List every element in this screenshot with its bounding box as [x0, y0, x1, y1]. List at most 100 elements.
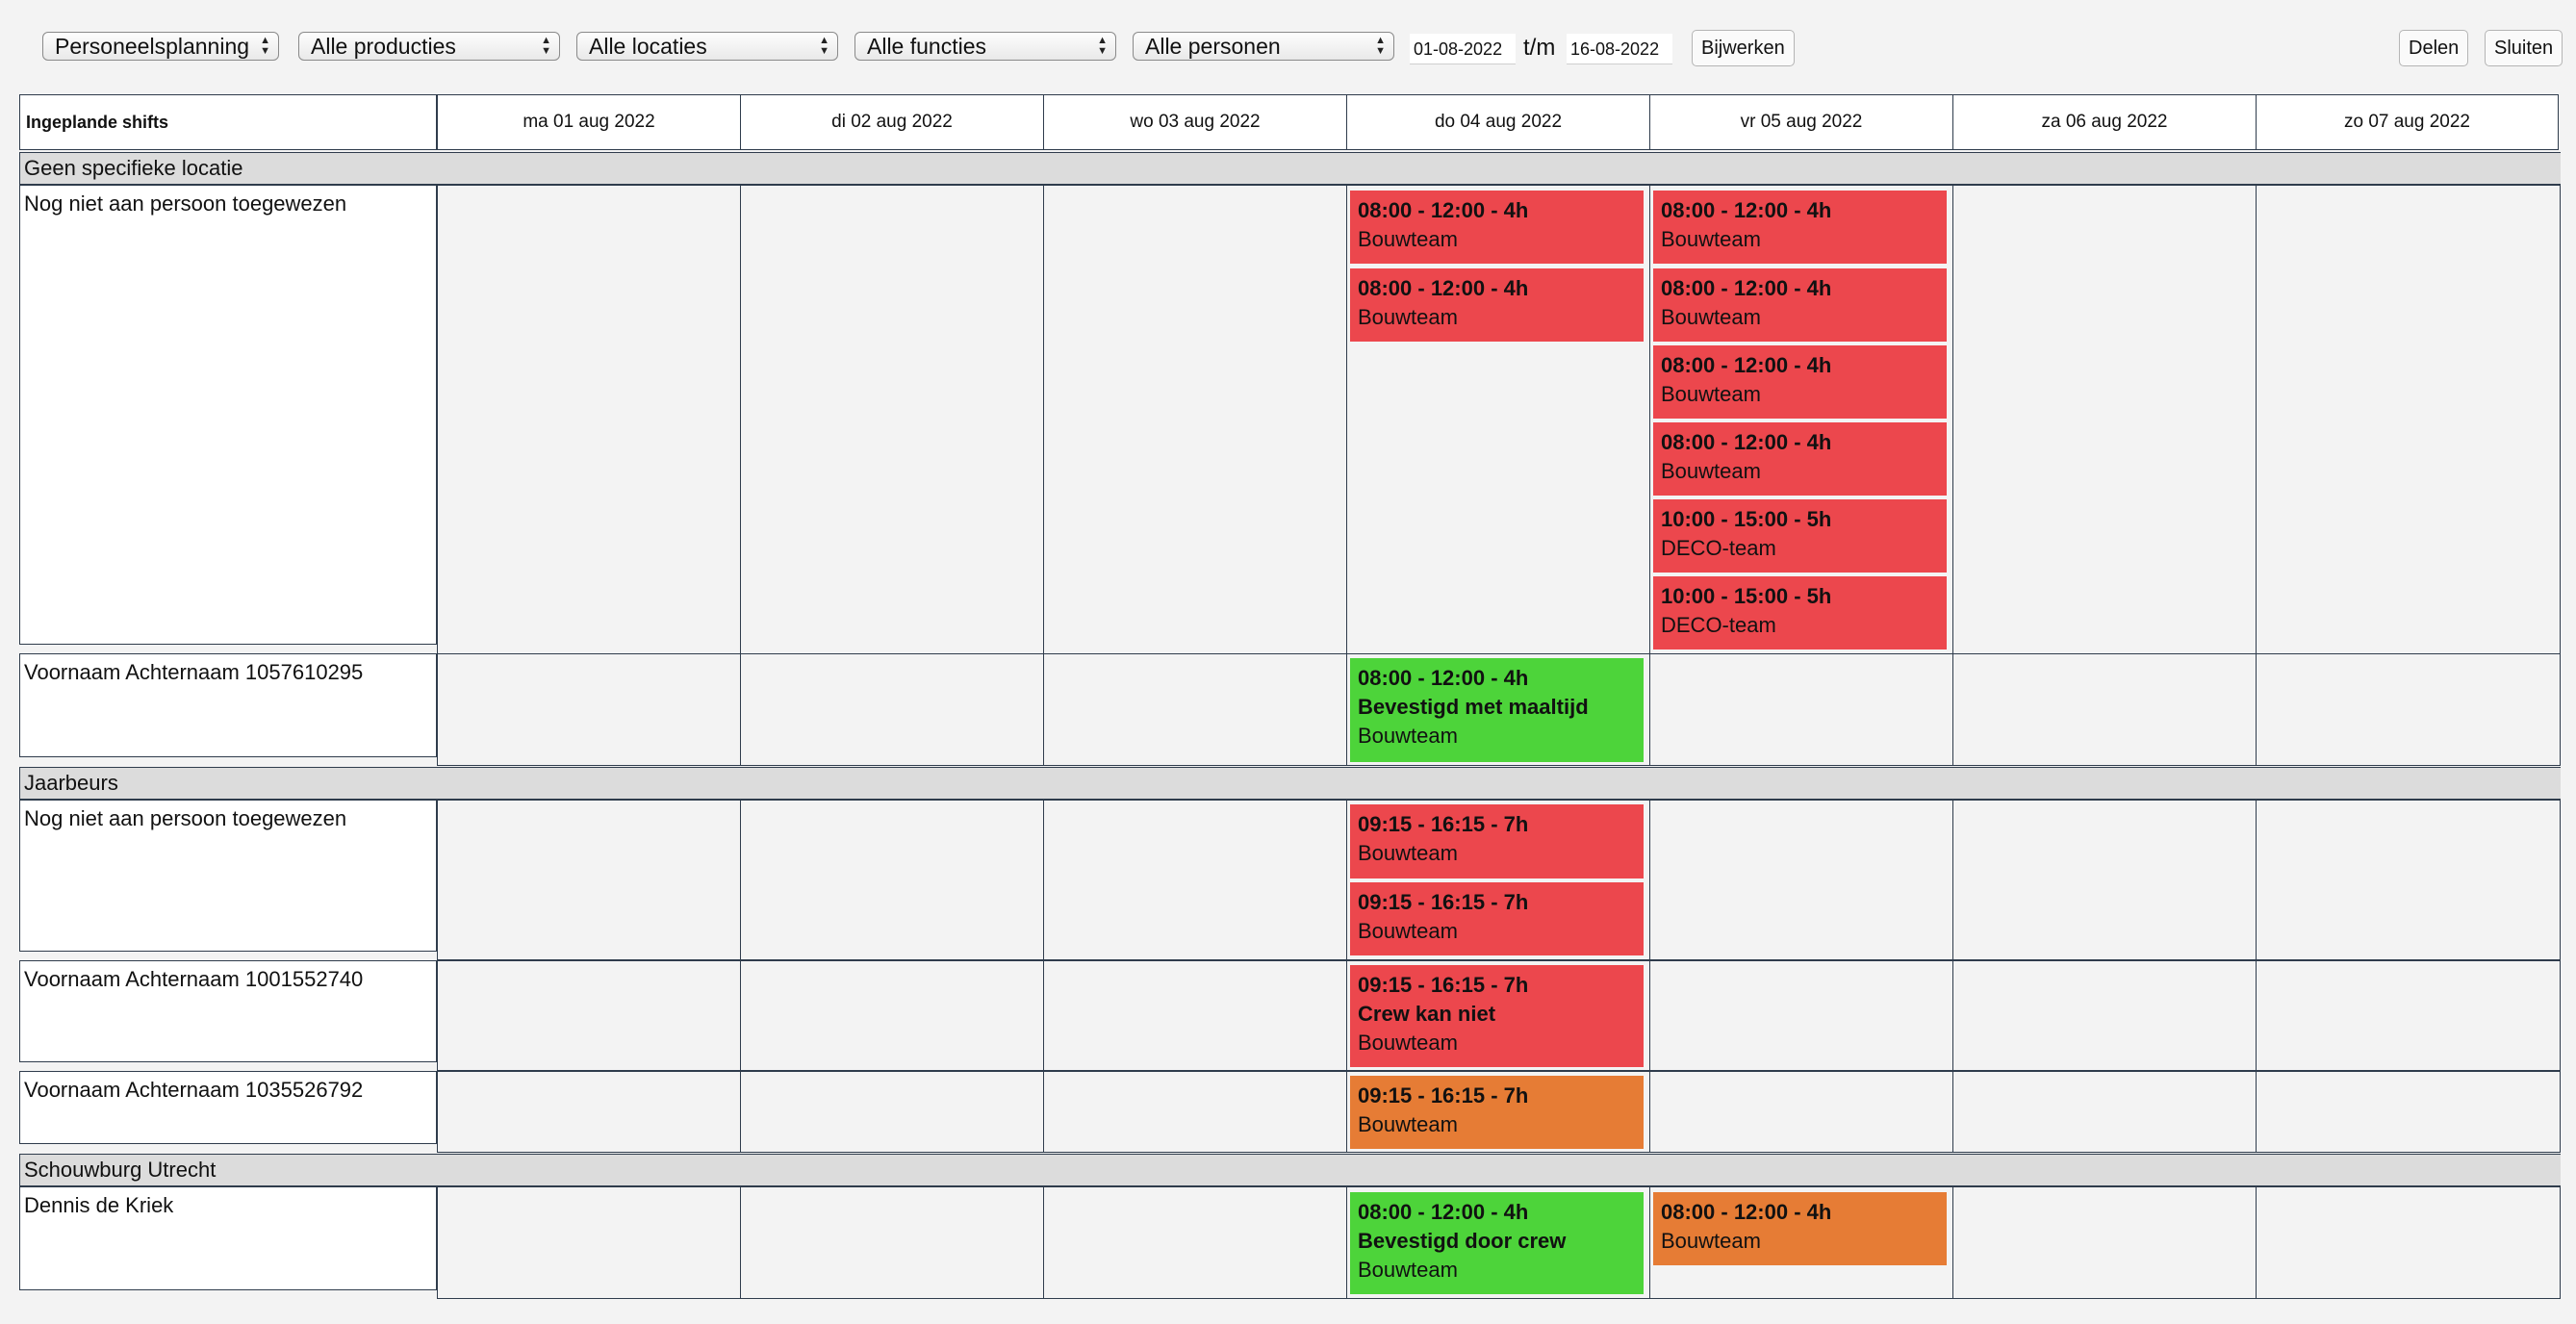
persons-select[interactable]: Alle personen ▲ ▼	[1133, 32, 1394, 61]
day-cell[interactable]	[437, 801, 740, 959]
day-header: wo 03 aug 2022	[1043, 94, 1346, 150]
functions-select[interactable]: Alle functies ▲ ▼	[854, 32, 1116, 61]
productions-select-value: Alle producties	[311, 34, 456, 59]
shift-group: Bouwteam	[1358, 1112, 1458, 1136]
day-cell[interactable]	[740, 654, 1043, 765]
day-cell[interactable]	[1952, 1187, 2256, 1298]
day-cell[interactable]	[1649, 801, 1952, 959]
shift-block[interactable]: 08:00 - 12:00 - 4h Bevestigd door crew B…	[1350, 1192, 1644, 1294]
update-button[interactable]: Bijwerken	[1692, 30, 1795, 66]
shift-time: 08:00 - 12:00 - 4h	[1358, 666, 1529, 690]
day-cell[interactable]	[1043, 186, 1346, 653]
shift-block[interactable]: 08:00 - 12:00 - 4h Bouwteam	[1350, 268, 1644, 342]
day-header: za 06 aug 2022	[1952, 94, 2256, 150]
person-label: Voornaam Achternaam 1057610295	[19, 653, 437, 757]
select-arrows-icon: ▲ ▼	[260, 35, 270, 57]
day-cell[interactable]	[740, 1072, 1043, 1152]
day-cell[interactable]	[1952, 654, 2256, 765]
shift-group: Bouwteam	[1358, 1031, 1458, 1055]
shift-time: 08:00 - 12:00 - 4h	[1358, 276, 1529, 300]
locations-select[interactable]: Alle locaties ▲ ▼	[576, 32, 838, 61]
shift-block[interactable]: 09:15 - 16:15 - 7h Crew kan niet Bouwtea…	[1350, 965, 1644, 1067]
shift-time: 08:00 - 12:00 - 4h	[1661, 276, 1832, 300]
toolbar: Personeelsplanning ▲ ▼ Alle producties ▲ ▼…	[0, 0, 2576, 94]
person-label: Voornaam Achternaam 1035526792	[19, 1071, 437, 1144]
shift-group: Bouwteam	[1661, 382, 1761, 406]
day-cell[interactable]	[1043, 801, 1346, 959]
shift-block[interactable]: 09:15 - 16:15 - 7h Bouwteam	[1350, 1076, 1644, 1149]
day-cell[interactable]	[437, 186, 740, 653]
shift-block[interactable]: 08:00 - 12:00 - 4h Bouwteam	[1653, 191, 1947, 264]
day-cell[interactable]	[2256, 1187, 2561, 1298]
date-from-input[interactable]: 01-08-2022	[1410, 34, 1516, 64]
shift-group: DECO-team	[1661, 613, 1776, 637]
location-label: Geen specifieke locatie	[19, 152, 437, 185]
day-cell[interactable]	[1952, 186, 2256, 653]
shift-time: 08:00 - 12:00 - 4h	[1661, 1200, 1832, 1224]
shift-time: 08:00 - 12:00 - 4h	[1358, 1200, 1529, 1224]
close-button[interactable]: Sluiten	[2485, 30, 2563, 66]
day-cell[interactable]	[1649, 654, 1952, 765]
shift-time: 08:00 - 12:00 - 4h	[1661, 430, 1832, 454]
shift-status: Bevestigd door crew	[1358, 1229, 1567, 1253]
day-cell[interactable]	[437, 654, 740, 765]
date-to-input[interactable]: 16-08-2022	[1567, 34, 1672, 64]
day-cell[interactable]	[740, 186, 1043, 653]
day-cell[interactable]	[1043, 1072, 1346, 1152]
shift-block[interactable]: 08:00 - 12:00 - 4h Bouwteam	[1653, 422, 1947, 496]
shift-block[interactable]: 09:15 - 16:15 - 7h Bouwteam	[1350, 882, 1644, 955]
shift-time: 08:00 - 12:00 - 4h	[1661, 198, 1832, 222]
productions-select[interactable]: Alle producties ▲ ▼	[298, 32, 560, 61]
day-cell[interactable]	[1952, 801, 2256, 959]
day-cell[interactable]	[1649, 1072, 1952, 1152]
day-cell[interactable]	[2256, 961, 2561, 1070]
day-cell[interactable]	[1952, 1072, 2256, 1152]
select-arrows-icon: ▲ ▼	[541, 35, 551, 57]
shift-group: Bouwteam	[1661, 227, 1761, 251]
day-cell[interactable]	[2256, 186, 2561, 653]
shift-time: 09:15 - 16:15 - 7h	[1358, 1083, 1529, 1108]
day-cell[interactable]	[437, 1072, 740, 1152]
planning-select[interactable]: Personeelsplanning ▲ ▼	[42, 32, 279, 61]
select-arrows-icon: ▲ ▼	[1097, 35, 1108, 57]
day-cell[interactable]	[437, 1187, 740, 1298]
day-cell[interactable]	[2256, 1072, 2561, 1152]
shift-status: Crew kan niet	[1358, 1002, 1496, 1026]
day-header: do 04 aug 2022	[1346, 94, 1649, 150]
shift-group: Bouwteam	[1661, 1229, 1761, 1253]
day-cell[interactable]	[740, 1187, 1043, 1298]
shift-block[interactable]: 08:00 - 12:00 - 4h Bouwteam	[1653, 268, 1947, 342]
day-cell[interactable]	[1043, 961, 1346, 1070]
day-cell[interactable]	[740, 961, 1043, 1070]
shift-block[interactable]: 08:00 - 12:00 - 4h Bouwteam	[1350, 191, 1644, 264]
select-arrows-icon: ▲ ▼	[819, 35, 829, 57]
shift-block[interactable]: 10:00 - 15:00 - 5h DECO-team	[1653, 576, 1947, 649]
person-label: Dennis de Kriek	[19, 1186, 437, 1290]
day-cell[interactable]	[1043, 654, 1346, 765]
day-header: zo 07 aug 2022	[2256, 94, 2559, 150]
person-label: Nog niet aan persoon toegewezen	[19, 800, 437, 952]
day-cell[interactable]	[1043, 1187, 1346, 1298]
shift-group: Bouwteam	[1358, 919, 1458, 943]
shift-block[interactable]: 10:00 - 15:00 - 5h DECO-team	[1653, 499, 1947, 573]
person-label: Nog niet aan persoon toegewezen	[19, 185, 437, 645]
shift-block[interactable]: 09:15 - 16:15 - 7h Bouwteam	[1350, 804, 1644, 878]
day-cell[interactable]	[437, 961, 740, 1070]
location-label: Jaarbeurs	[19, 767, 437, 800]
day-header: vr 05 aug 2022	[1649, 94, 1952, 150]
shift-block[interactable]: 08:00 - 12:00 - 4h Bevestigd met maaltij…	[1350, 658, 1644, 762]
day-cell[interactable]	[2256, 654, 2561, 765]
share-button[interactable]: Delen	[2399, 30, 2469, 66]
shift-group: Bouwteam	[1358, 305, 1458, 329]
shift-group: Bouwteam	[1661, 305, 1761, 329]
planning-select-value: Personeelsplanning	[55, 34, 250, 59]
day-cell[interactable]	[2256, 801, 2561, 959]
shift-block[interactable]: 08:00 - 12:00 - 4h Bouwteam	[1653, 1192, 1947, 1265]
shift-group: Bouwteam	[1358, 227, 1458, 251]
day-cell[interactable]	[1649, 961, 1952, 1070]
date-range-separator: t/m	[1523, 35, 1556, 61]
day-cell[interactable]	[740, 801, 1043, 959]
shift-time: 10:00 - 15:00 - 5h	[1661, 507, 1832, 531]
day-cell[interactable]	[1952, 961, 2256, 1070]
shift-block[interactable]: 08:00 - 12:00 - 4h Bouwteam	[1653, 345, 1947, 419]
